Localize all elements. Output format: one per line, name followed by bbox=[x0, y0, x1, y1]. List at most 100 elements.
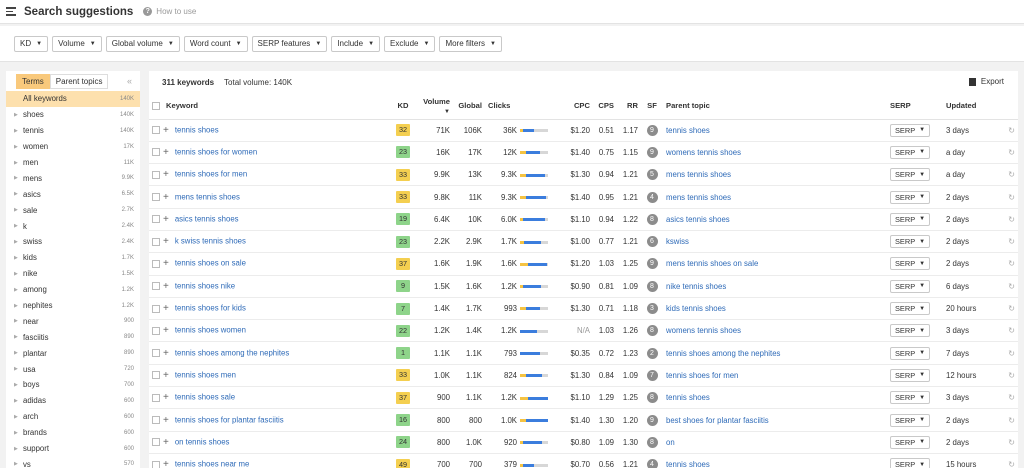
expand-arrow-icon[interactable]: ▶ bbox=[14, 350, 18, 356]
row-checkbox[interactable] bbox=[152, 148, 160, 157]
refresh-icon[interactable]: ↻ bbox=[1008, 148, 1015, 157]
sidebar-item-mens[interactable]: ▶ mens 9.9K bbox=[6, 170, 140, 186]
sidebar-item-swiss[interactable]: ▶ swiss 2.4K bbox=[6, 234, 140, 250]
tab-parent-topics[interactable]: Parent topics bbox=[49, 73, 109, 89]
serp-features-badge[interactable]: 8 bbox=[646, 392, 658, 404]
col-cpc[interactable]: CPC bbox=[551, 93, 593, 120]
parent-topic-link[interactable]: tennis shoes bbox=[666, 460, 710, 468]
expand-arrow-icon[interactable]: ▶ bbox=[14, 207, 18, 213]
row-checkbox[interactable] bbox=[152, 460, 160, 468]
refresh-icon[interactable]: ↻ bbox=[1008, 237, 1015, 246]
row-checkbox[interactable] bbox=[152, 326, 160, 335]
serp-features-badge[interactable]: 6 bbox=[646, 236, 658, 248]
serp-features-badge[interactable]: 9 bbox=[646, 414, 658, 426]
refresh-icon[interactable]: ↻ bbox=[1008, 170, 1015, 179]
expand-arrow-icon[interactable]: ▶ bbox=[14, 382, 18, 388]
serp-button[interactable]: SERP ▼ bbox=[890, 212, 931, 226]
row-checkbox[interactable] bbox=[152, 259, 160, 268]
parent-topic-link[interactable]: best shoes for plantar fasciitis bbox=[666, 416, 769, 425]
expand-arrow-icon[interactable]: ▶ bbox=[14, 461, 18, 467]
refresh-icon[interactable]: ↻ bbox=[1008, 393, 1015, 402]
keyword-link[interactable]: tennis shoes bbox=[175, 125, 219, 134]
keyword-link[interactable]: tennis shoes among the nephites bbox=[175, 348, 289, 357]
col-kd[interactable]: KD bbox=[389, 93, 417, 120]
serp-button[interactable]: SERP ▼ bbox=[890, 458, 931, 468]
row-checkbox[interactable] bbox=[152, 282, 160, 291]
add-icon[interactable]: + bbox=[163, 392, 169, 403]
sidebar-item-asics[interactable]: ▶ asics 6.5K bbox=[6, 186, 140, 202]
serp-features-badge[interactable]: 8 bbox=[646, 436, 658, 448]
parent-topic-link[interactable]: asics tennis shoes bbox=[666, 215, 730, 224]
add-icon[interactable]: + bbox=[163, 303, 169, 314]
sidebar-item-women[interactable]: ▶ women 17K bbox=[6, 139, 140, 155]
serp-button[interactable]: SERP ▼ bbox=[890, 324, 931, 338]
refresh-icon[interactable]: ↻ bbox=[1008, 349, 1015, 358]
filter-serp-features-button[interactable]: SERP features ▼ bbox=[251, 35, 328, 52]
export-button[interactable]: Export bbox=[968, 77, 1004, 86]
add-icon[interactable]: + bbox=[163, 147, 169, 158]
serp-features-badge[interactable]: 3 bbox=[646, 303, 658, 315]
add-icon[interactable]: + bbox=[163, 437, 169, 448]
keyword-link[interactable]: k swiss tennis shoes bbox=[175, 237, 246, 246]
col-volume[interactable]: Volume ▼ bbox=[417, 93, 453, 120]
expand-arrow-icon[interactable]: ▶ bbox=[14, 287, 18, 293]
keyword-link[interactable]: on tennis shoes bbox=[175, 437, 230, 446]
sidebar-item-support[interactable]: ▶ support 600 bbox=[6, 441, 140, 457]
serp-button[interactable]: SERP ▼ bbox=[890, 435, 931, 449]
expand-arrow-icon[interactable]: ▶ bbox=[14, 160, 18, 166]
expand-arrow-icon[interactable]: ▶ bbox=[14, 223, 18, 229]
refresh-icon[interactable]: ↻ bbox=[1008, 193, 1015, 202]
serp-button[interactable]: SERP ▼ bbox=[890, 346, 931, 360]
row-checkbox[interactable] bbox=[152, 304, 160, 313]
sidebar-item-tennis[interactable]: ▶ tennis 140K bbox=[6, 123, 140, 139]
refresh-icon[interactable]: ↻ bbox=[1008, 460, 1015, 468]
keyword-link[interactable]: tennis shoes men bbox=[175, 370, 236, 379]
parent-topic-link[interactable]: tennis shoes among the nephites bbox=[666, 349, 780, 358]
expand-arrow-icon[interactable]: ▶ bbox=[14, 128, 18, 134]
sidebar-item-nephites[interactable]: ▶ nephites 1.2K bbox=[6, 298, 140, 314]
serp-button[interactable]: SERP ▼ bbox=[890, 368, 931, 382]
expand-arrow-icon[interactable]: ▶ bbox=[14, 446, 18, 452]
filter-kd-button[interactable]: KD ▼ bbox=[14, 35, 49, 52]
expand-arrow-icon[interactable]: ▶ bbox=[14, 334, 18, 340]
sidebar-item-brands[interactable]: ▶ brands 600 bbox=[6, 425, 140, 441]
add-icon[interactable]: + bbox=[163, 370, 169, 381]
parent-topic-link[interactable]: on bbox=[666, 438, 675, 447]
col-parent-topic[interactable]: Parent topic bbox=[663, 93, 887, 120]
refresh-icon[interactable]: ↻ bbox=[1008, 416, 1015, 425]
parent-topic-link[interactable]: mens tennis shoes on sale bbox=[666, 259, 758, 268]
col-updated[interactable]: Updated bbox=[943, 93, 998, 120]
add-icon[interactable]: + bbox=[163, 325, 169, 336]
keyword-link[interactable]: mens tennis shoes bbox=[175, 192, 240, 201]
expand-arrow-icon[interactable]: ▶ bbox=[14, 239, 18, 245]
sidebar-item-nike[interactable]: ▶ nike 1.5K bbox=[6, 266, 140, 282]
parent-topic-link[interactable]: mens tennis shoes bbox=[666, 193, 731, 202]
sidebar-item-men[interactable]: ▶ men 11K bbox=[6, 155, 140, 171]
refresh-icon[interactable]: ↻ bbox=[1008, 259, 1015, 268]
serp-features-badge[interactable]: 7 bbox=[646, 369, 658, 381]
add-icon[interactable]: + bbox=[163, 192, 169, 203]
refresh-icon[interactable]: ↻ bbox=[1008, 215, 1015, 224]
sidebar-item-k[interactable]: ▶ k 2.4K bbox=[6, 218, 140, 234]
sidebar-item-boys[interactable]: ▶ boys 700 bbox=[6, 377, 140, 393]
refresh-icon[interactable]: ↻ bbox=[1008, 438, 1015, 447]
filter-exclude-button[interactable]: Exclude ▼ bbox=[384, 35, 436, 52]
col-sf[interactable]: SF bbox=[641, 93, 663, 120]
refresh-icon[interactable]: ↻ bbox=[1008, 282, 1015, 291]
sidebar-item-vs[interactable]: ▶ vs 570 bbox=[6, 456, 140, 468]
parent-topic-link[interactable]: womens tennis shoes bbox=[666, 326, 741, 335]
keyword-link[interactable]: tennis shoes for kids bbox=[175, 304, 246, 313]
serp-features-badge[interactable]: 9 bbox=[646, 146, 658, 158]
expand-arrow-icon[interactable]: ▶ bbox=[14, 318, 18, 324]
serp-button[interactable]: SERP ▼ bbox=[890, 235, 931, 249]
row-checkbox[interactable] bbox=[152, 126, 160, 135]
serp-features-badge[interactable]: 8 bbox=[646, 325, 658, 337]
sidebar-item-among[interactable]: ▶ among 1.2K bbox=[6, 282, 140, 298]
add-icon[interactable]: + bbox=[163, 125, 169, 136]
serp-button[interactable]: SERP ▼ bbox=[890, 279, 931, 293]
how-to-use-link[interactable]: How to use bbox=[156, 7, 196, 16]
serp-button[interactable]: SERP ▼ bbox=[890, 123, 931, 137]
serp-button[interactable]: SERP ▼ bbox=[890, 302, 931, 316]
serp-features-badge[interactable]: 9 bbox=[646, 258, 658, 270]
sidebar-item-adidas[interactable]: ▶ adidas 600 bbox=[6, 393, 140, 409]
